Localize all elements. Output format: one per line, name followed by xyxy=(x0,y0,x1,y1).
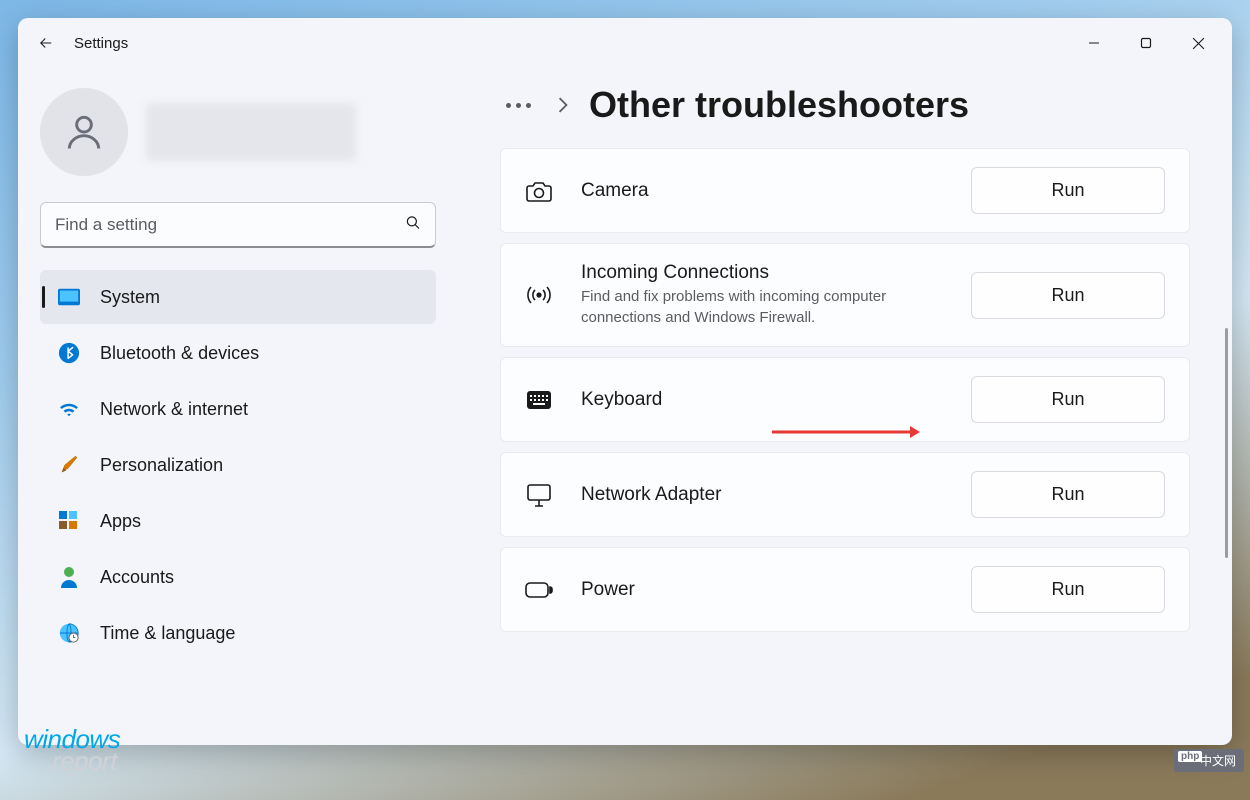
apps-icon xyxy=(58,510,80,532)
keyboard-icon xyxy=(525,390,553,410)
run-button-network-adapter[interactable]: Run xyxy=(971,471,1165,518)
scrollbar[interactable] xyxy=(1225,328,1228,558)
nav-personalization[interactable]: Personalization xyxy=(40,438,436,492)
troubleshooter-list: Camera Run Incoming Connections Find and… xyxy=(500,148,1190,632)
account-icon xyxy=(58,566,80,588)
card-title: Network Adapter xyxy=(581,484,943,506)
main-content: Other troubleshooters Camera Run Incomin… xyxy=(458,68,1232,745)
close-icon xyxy=(1192,37,1205,50)
nav-bluetooth[interactable]: Bluetooth & devices xyxy=(40,326,436,380)
globe-clock-icon xyxy=(58,622,80,644)
search-container xyxy=(40,202,436,248)
avatar xyxy=(40,88,128,176)
page-title: Other troubleshooters xyxy=(589,84,969,126)
antenna-icon xyxy=(525,283,553,307)
window-title: Settings xyxy=(74,35,128,52)
user-name-redacted xyxy=(146,103,356,161)
settings-window: Settings System xyxy=(18,18,1232,745)
back-arrow-icon xyxy=(37,34,55,52)
troubleshooter-camera: Camera Run xyxy=(500,148,1190,233)
nav-label: System xyxy=(100,287,160,308)
nav-label: Personalization xyxy=(100,455,223,476)
camera-icon xyxy=(525,180,553,202)
user-profile[interactable] xyxy=(40,88,436,176)
watermark-line2: report xyxy=(52,750,120,772)
troubleshooter-incoming-connections: Incoming Connections Find and fix proble… xyxy=(500,243,1190,347)
card-title: Camera xyxy=(581,180,943,202)
run-button-camera[interactable]: Run xyxy=(971,167,1165,214)
wifi-icon xyxy=(58,398,80,420)
bluetooth-icon xyxy=(58,342,80,364)
maximize-button[interactable] xyxy=(1120,23,1172,63)
window-controls xyxy=(1068,23,1224,63)
breadcrumb: Other troubleshooters xyxy=(500,84,1190,126)
breadcrumb-more[interactable] xyxy=(500,97,537,114)
nav-accounts[interactable]: Accounts xyxy=(40,550,436,604)
system-icon xyxy=(58,286,80,308)
chevron-right-icon xyxy=(557,97,569,113)
nav-label: Accounts xyxy=(100,567,174,588)
card-title: Incoming Connections xyxy=(581,262,943,284)
nav-label: Bluetooth & devices xyxy=(100,343,259,364)
search-icon xyxy=(404,214,422,237)
nav-time-language[interactable]: Time & language xyxy=(40,606,436,660)
php-tag: 中文网 xyxy=(1174,749,1244,772)
run-button-incoming[interactable]: Run xyxy=(971,272,1165,319)
nav-label: Apps xyxy=(100,511,141,532)
paintbrush-icon xyxy=(58,454,80,476)
titlebar: Settings xyxy=(18,18,1232,68)
troubleshooter-network-adapter: Network Adapter Run xyxy=(500,452,1190,537)
nav-apps[interactable]: Apps xyxy=(40,494,436,548)
run-button-power[interactable]: Run xyxy=(971,566,1165,613)
sidebar: System Bluetooth & devices Network & int… xyxy=(18,68,458,745)
maximize-icon xyxy=(1140,37,1152,49)
minimize-button[interactable] xyxy=(1068,23,1120,63)
card-description: Find and fix problems with incoming comp… xyxy=(581,286,943,328)
run-button-keyboard[interactable]: Run xyxy=(971,376,1165,423)
nav-list: System Bluetooth & devices Network & int… xyxy=(40,270,436,660)
card-title: Power xyxy=(581,579,943,601)
troubleshooter-keyboard: Keyboard Run xyxy=(500,357,1190,442)
nav-label: Network & internet xyxy=(100,399,248,420)
card-title: Keyboard xyxy=(581,389,943,411)
search-input[interactable] xyxy=(40,202,436,248)
close-button[interactable] xyxy=(1172,23,1224,63)
user-icon xyxy=(62,110,106,154)
monitor-icon xyxy=(525,483,553,507)
window-body: System Bluetooth & devices Network & int… xyxy=(18,68,1232,745)
minimize-icon xyxy=(1088,37,1100,49)
watermark: windows report xyxy=(24,728,120,772)
battery-icon xyxy=(525,581,553,599)
back-button[interactable] xyxy=(26,23,66,63)
nav-label: Time & language xyxy=(100,623,235,644)
nav-system[interactable]: System xyxy=(40,270,436,324)
troubleshooter-power: Power Run xyxy=(500,547,1190,632)
nav-network[interactable]: Network & internet xyxy=(40,382,436,436)
